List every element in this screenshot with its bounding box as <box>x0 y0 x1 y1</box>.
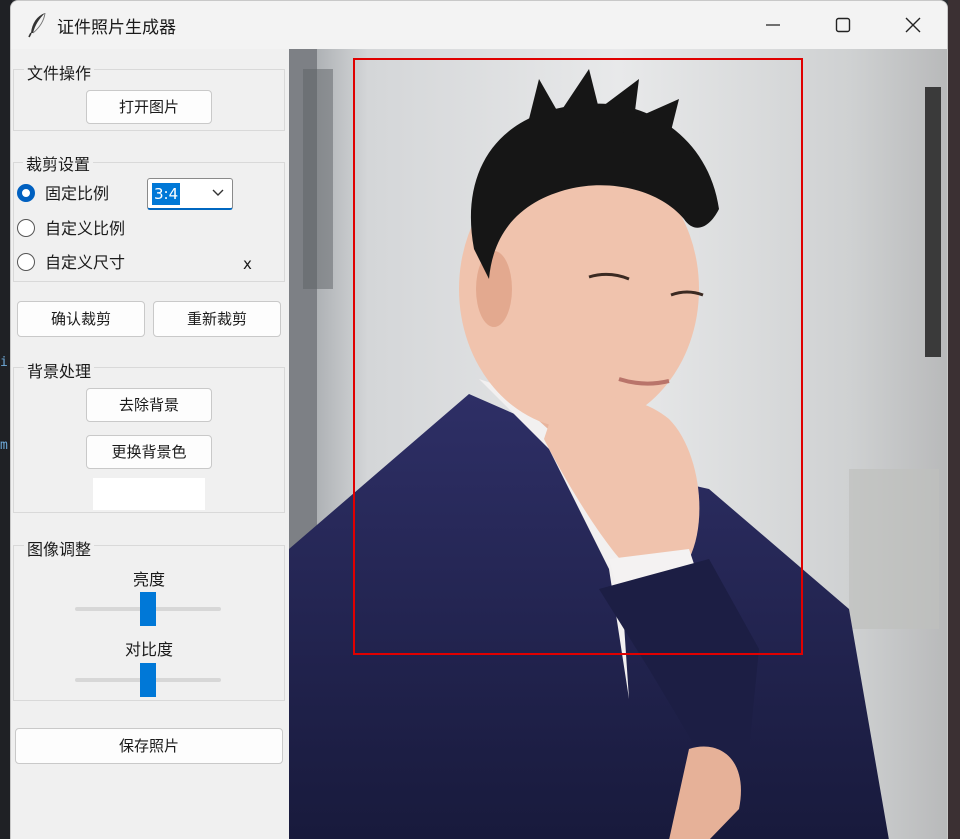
minimize-button[interactable] <box>738 1 808 49</box>
minimize-icon <box>766 24 780 26</box>
maximize-button[interactable] <box>808 1 878 49</box>
control-panel: 文件操作 打开图片 裁剪设置 固定比例 自定义比例 自定义尺寸 3:4 x 确认… <box>11 49 289 839</box>
radio-indicator-selected <box>17 184 35 202</box>
brightness-label: 亮度 <box>132 570 165 589</box>
change-background-color-button[interactable]: 更换背景色 <box>86 435 212 469</box>
desktop-right-edge <box>948 0 960 839</box>
crop-selection-box[interactable] <box>353 58 803 655</box>
radio-indicator <box>17 253 35 271</box>
file-group: 文件操作 打开图片 <box>13 60 285 131</box>
reset-crop-button[interactable]: 重新裁剪 <box>153 301 281 337</box>
brightness-slider-thumb[interactable] <box>140 592 156 626</box>
crop-group-title: 裁剪设置 <box>23 151 94 175</box>
title-bar[interactable]: 证件照片生成器 <box>11 1 947 49</box>
close-button[interactable] <box>878 1 947 49</box>
app-window: 证件照片生成器 文件操作 打开图片 裁剪设置 固定比例 自定义比例 自定义尺寸 <box>10 0 948 839</box>
background-group-title: 背景处理 <box>24 358 95 382</box>
window-title: 证件照片生成器 <box>57 18 176 38</box>
close-icon <box>905 17 921 33</box>
chevron-down-icon <box>212 189 224 196</box>
feather-icon <box>28 12 46 38</box>
radio-indicator <box>17 219 35 237</box>
file-group-title: 文件操作 <box>24 60 95 84</box>
open-image-button[interactable]: 打开图片 <box>86 90 212 124</box>
remove-background-button[interactable]: 去除背景 <box>86 388 212 422</box>
maximize-icon <box>835 17 851 33</box>
contrast-slider-thumb[interactable] <box>140 663 156 697</box>
background-color-preview <box>93 478 205 510</box>
ratio-select[interactable]: 3:4 <box>147 178 233 210</box>
confirm-crop-button[interactable]: 确认裁剪 <box>17 301 145 337</box>
size-separator: x <box>243 255 252 273</box>
ratio-select-value: 3:4 <box>152 183 181 205</box>
adjust-group-title: 图像调整 <box>24 536 95 560</box>
contrast-label: 对比度 <box>124 640 173 659</box>
save-photo-button[interactable]: 保存照片 <box>15 728 283 764</box>
